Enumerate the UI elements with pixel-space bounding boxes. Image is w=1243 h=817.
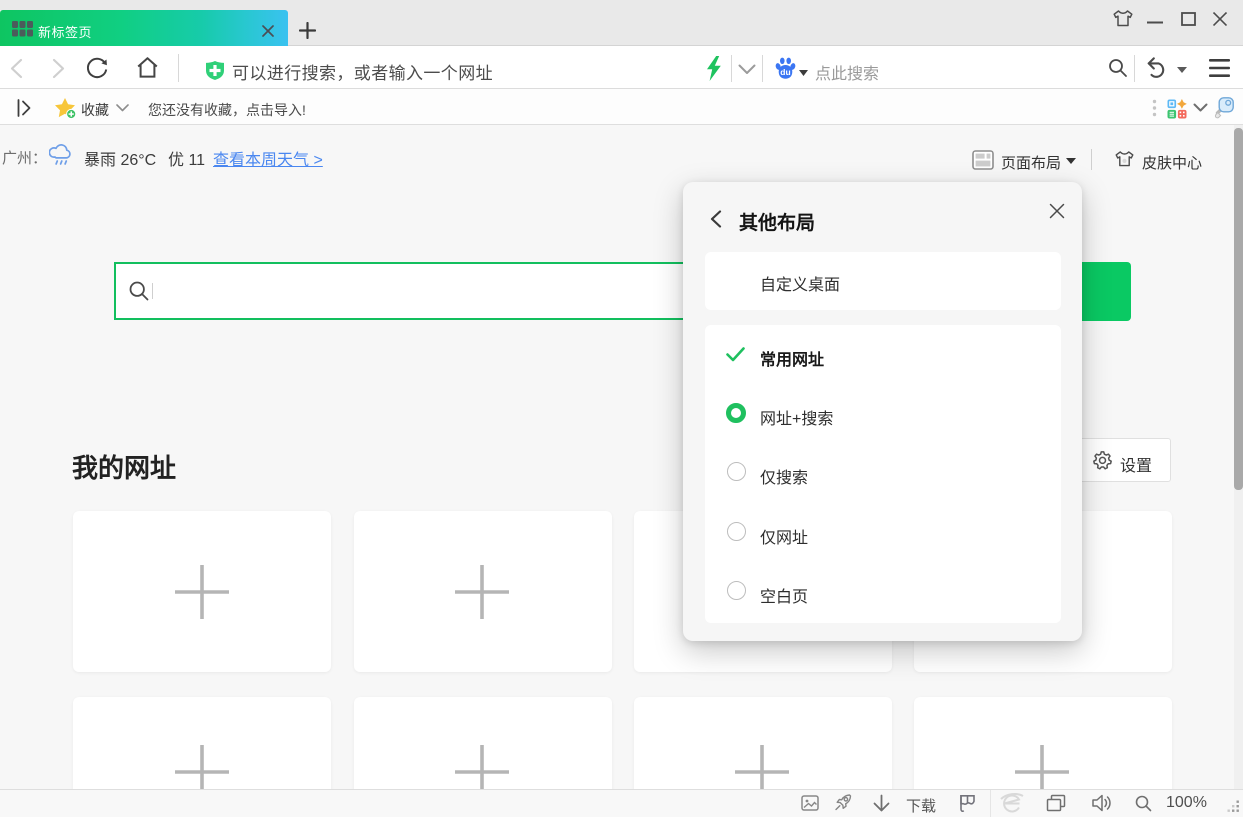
svg-text:du: du [780, 67, 790, 77]
